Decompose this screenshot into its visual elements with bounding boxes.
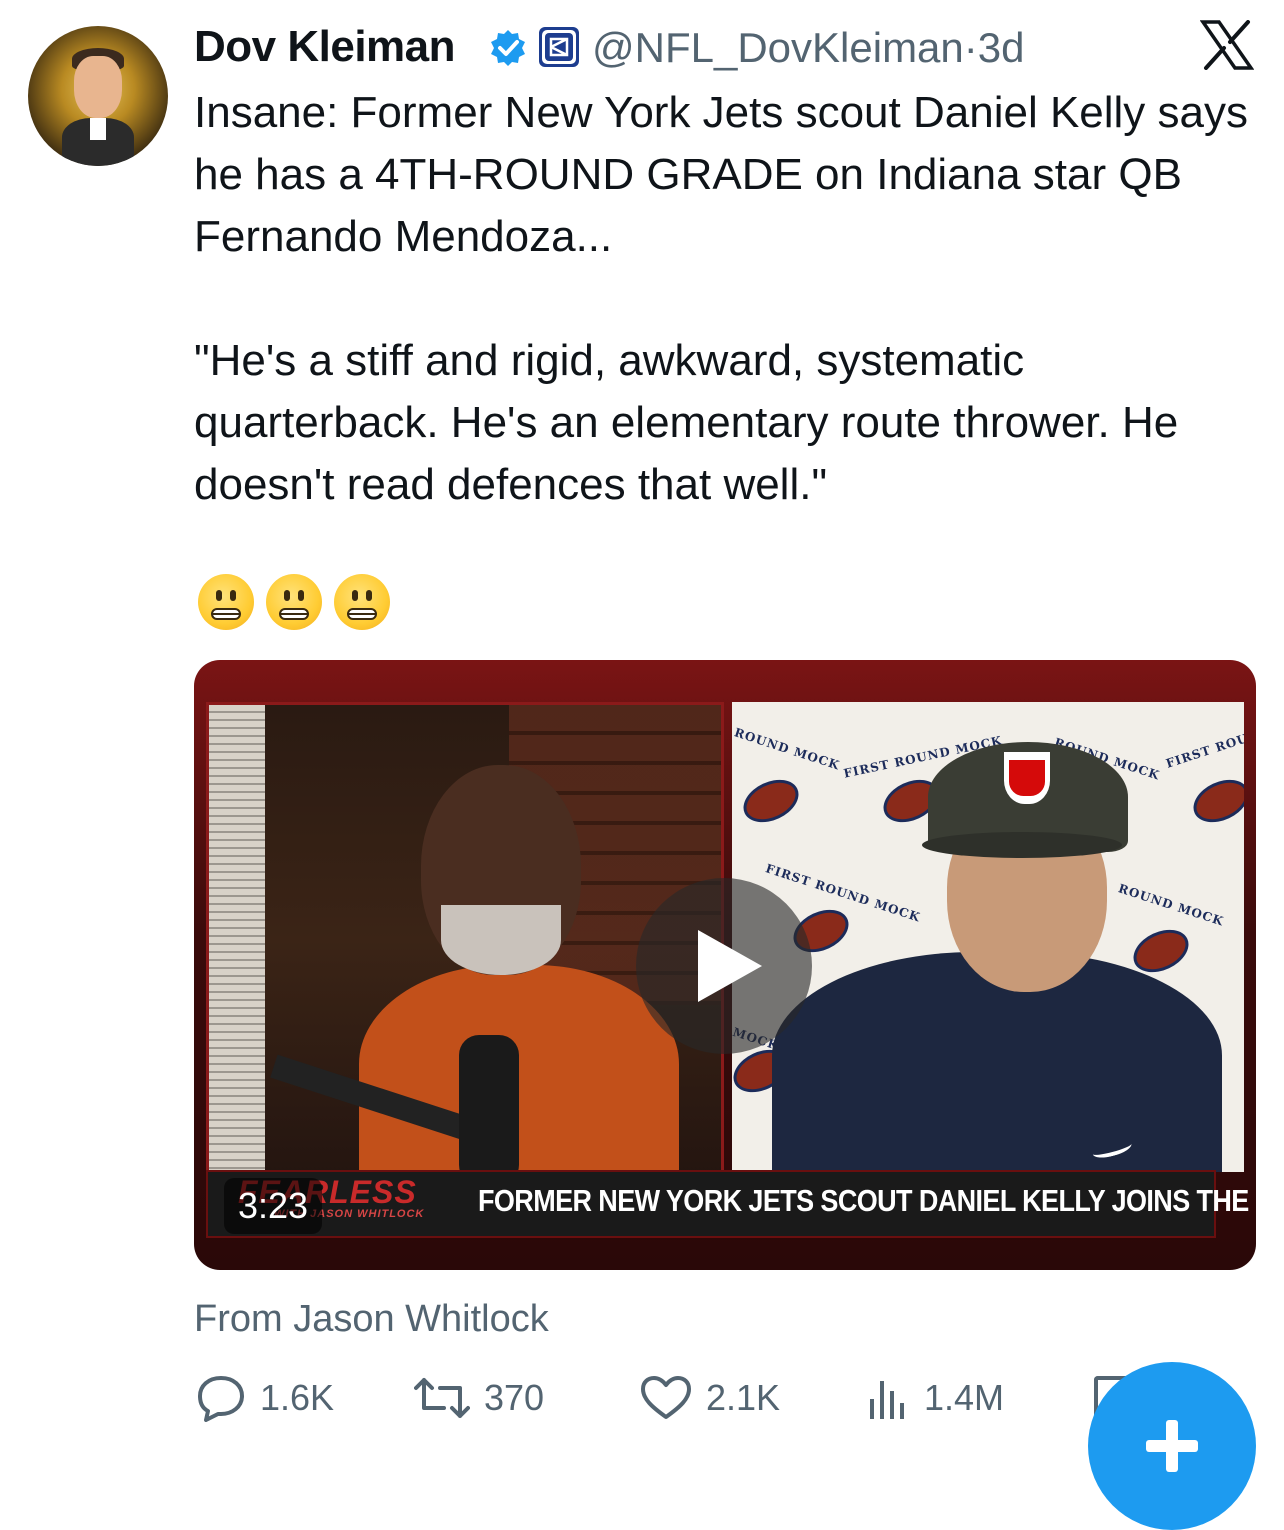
views-button[interactable]: 1.4M (866, 1372, 1004, 1424)
video-player[interactable]: ROUND MOCK FIRST ROUND MOCK ROUND MOCK F… (194, 660, 1256, 1270)
separator-dot: · (963, 24, 978, 71)
guest-video-panel: ROUND MOCK FIRST ROUND MOCK ROUND MOCK F… (732, 702, 1244, 1172)
handle-line: @NFL_DovKleiman·3d (592, 24, 1024, 72)
window-blinds (209, 705, 265, 1175)
host-beard (441, 905, 561, 975)
backdrop-text: ROUND MOCK (732, 725, 842, 773)
repost-count: 370 (484, 1377, 545, 1418)
compose-post-button[interactable] (1088, 1362, 1256, 1530)
grimacing-face-emoji (334, 574, 390, 630)
heart-icon (641, 1376, 691, 1419)
like-count: 2.1K (706, 1377, 781, 1418)
post-text: Insane: Former New York Jets scout Danie… (194, 88, 1249, 509)
avatar-collar (90, 118, 106, 140)
backdrop-text: FIRST ROUN (1164, 727, 1244, 771)
author-handle[interactable]: @NFL_DovKleiman (592, 24, 964, 71)
like-button[interactable]: 2.1K (640, 1372, 780, 1424)
x-logo-icon[interactable] (1200, 20, 1254, 70)
host-body (359, 965, 679, 1185)
author-name[interactable]: Dov Kleiman (194, 22, 456, 72)
author-avatar[interactable] (28, 26, 168, 166)
video-chyron: FORMER NEW YORK JETS SCOUT DANIEL KELLY … (478, 1184, 1256, 1218)
plus-icon (1146, 1440, 1198, 1452)
post-time[interactable]: 3d (978, 24, 1025, 71)
play-icon (698, 930, 762, 1002)
play-button[interactable] (636, 878, 812, 1054)
avatar-face (74, 56, 122, 118)
video-source-label[interactable]: From Jason Whitlock (194, 1298, 549, 1341)
verified-badge-icon[interactable] (488, 28, 528, 68)
football-logo (736, 771, 806, 831)
view-count: 1.4M (924, 1377, 1005, 1418)
backdrop-text: ROUND MOCK (1116, 881, 1226, 929)
repost-button[interactable]: 370 (414, 1372, 544, 1424)
affiliate-badge-icon[interactable] (539, 27, 579, 67)
reply-count: 1.6K (260, 1377, 335, 1418)
grimacing-face-emoji (198, 574, 254, 630)
guest-cap-brim (922, 832, 1122, 858)
video-duration: 3:23 (224, 1178, 323, 1234)
grimacing-face-emoji (266, 574, 322, 630)
repost-icon (414, 1378, 470, 1418)
football-logo (1186, 771, 1244, 831)
nfl-shield-logo (1004, 752, 1050, 804)
reply-icon (198, 1376, 244, 1422)
views-chart-icon (870, 1381, 904, 1419)
affiliate-badge-glyph (542, 30, 576, 64)
microphone (459, 1035, 519, 1185)
reply-button[interactable]: 1.6K (196, 1372, 334, 1424)
